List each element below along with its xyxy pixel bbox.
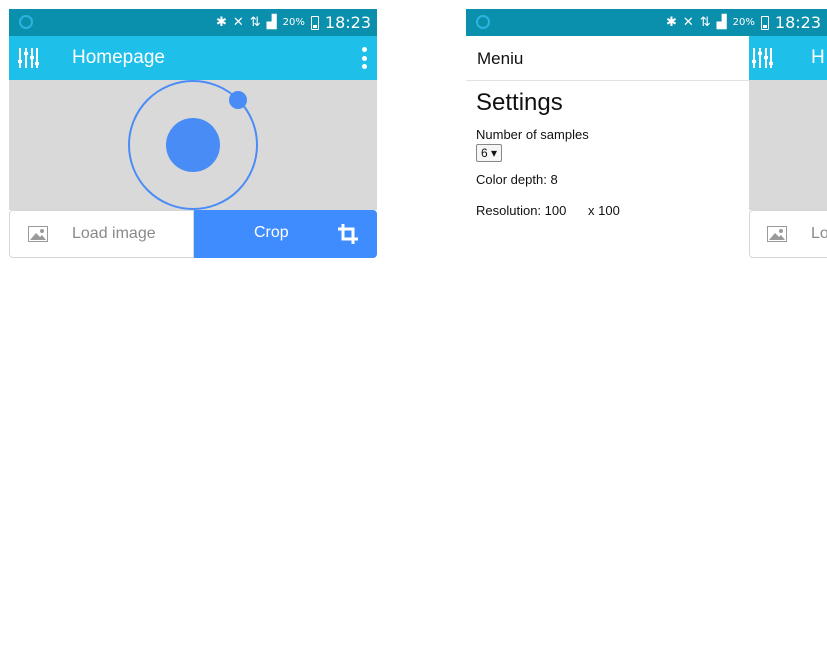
resolution-label: Resolution:: [476, 203, 542, 218]
app-logo: [128, 80, 258, 210]
image-icon: [767, 226, 787, 242]
battery-percent: 20%: [282, 17, 305, 28]
color-depth-label: Color depth:: [476, 172, 547, 187]
network-type-icon: ⇅: [699, 15, 711, 30]
bluetooth-icon: ✱: [215, 15, 227, 30]
page-title-partial: H: [811, 47, 825, 68]
load-image-button[interactable]: Lo: [749, 210, 827, 258]
mute-icon: ✕: [232, 15, 244, 30]
load-image-label: Load image: [72, 225, 156, 242]
settings-heading: Settings: [476, 89, 563, 116]
resolution-width-input[interactable]: 100: [545, 203, 567, 218]
hero-image: [749, 80, 827, 210]
battery-icon: [310, 15, 319, 30]
status-bar: ✱ ✕ ⇅ ▟ 20% 18:23: [466, 9, 827, 36]
load-image-label-partial: Lo: [811, 225, 827, 242]
signal-icon: ▟: [716, 15, 727, 30]
hero-image: [9, 80, 377, 210]
app-header: Homepage: [9, 36, 377, 80]
battery-icon: [760, 15, 769, 30]
app-notification-icon: [476, 15, 490, 29]
more-dot: [361, 64, 367, 69]
action-bar: Load image Crop: [9, 210, 377, 258]
samples-label: Number of samples: [476, 127, 589, 142]
side-menu: Meniu Settings Number of samples 6 ▾ Col…: [466, 36, 750, 657]
page-title: Homepage: [72, 47, 165, 68]
samples-select[interactable]: 6 ▾: [476, 144, 503, 162]
more-dot: [361, 55, 367, 61]
more-dot: [361, 47, 367, 52]
menu-header: Meniu: [466, 36, 749, 81]
app-header: H: [749, 36, 827, 80]
resolution-height-input[interactable]: x 100: [588, 203, 620, 218]
underlying-homepage[interactable]: H Lo: [749, 36, 827, 657]
sliders-icon: [18, 48, 39, 68]
crop-button[interactable]: Crop: [194, 210, 377, 258]
more-options-button[interactable]: [361, 47, 367, 69]
clock: 18:23: [774, 13, 821, 32]
menu-button[interactable]: [17, 47, 39, 69]
clock: 18:23: [324, 13, 371, 32]
sliders-icon: [752, 48, 773, 68]
crop-icon: [338, 224, 358, 244]
menu-title: Meniu: [477, 49, 524, 68]
status-bar: ✱ ✕ ⇅ ▟ 20% 18:23: [9, 9, 377, 36]
crop-label: Crop: [254, 224, 289, 241]
home-screen: ✱ ✕ ⇅ ▟ 20% 18:23 Homepage Load image Cr…: [9, 9, 377, 657]
app-notification-icon: [19, 15, 33, 29]
battery-percent: 20%: [732, 17, 755, 28]
image-icon: [28, 226, 48, 242]
signal-icon: ▟: [266, 15, 277, 30]
settings-screen: ✱ ✕ ⇅ ▟ 20% 18:23 Meniu Settings Number …: [466, 9, 827, 657]
color-depth-value[interactable]: 8: [550, 172, 557, 187]
mute-icon: ✕: [682, 15, 694, 30]
load-image-button[interactable]: Load image: [9, 210, 194, 258]
network-type-icon: ⇅: [249, 15, 261, 30]
bluetooth-icon: ✱: [665, 15, 677, 30]
